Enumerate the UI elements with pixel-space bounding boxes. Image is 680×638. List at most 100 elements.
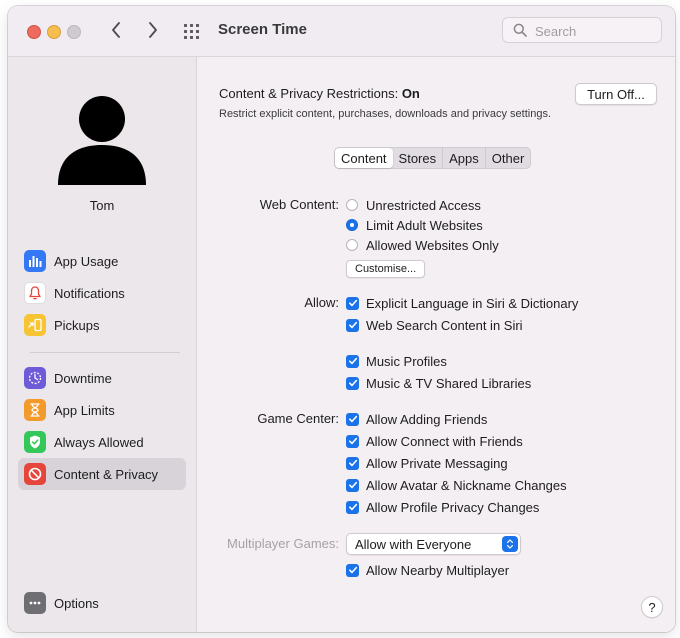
checkbox-label: Allow Private Messaging [366, 455, 508, 471]
checkmark-icon [348, 321, 357, 329]
checkbox-allow-avatar-nickname-changes[interactable]: Allow Avatar & Nickname Changes [346, 476, 567, 494]
sidebar-item-app-usage[interactable]: App Usage [18, 245, 186, 277]
sidebar-item-app-limits[interactable]: App Limits [18, 394, 186, 426]
search-icon [513, 23, 527, 37]
minimize-window-button[interactable] [47, 25, 61, 39]
restrictions-state: On [401, 86, 420, 101]
bell-icon [24, 282, 46, 304]
sidebar-item-downtime[interactable]: Downtime [18, 362, 186, 394]
user-name: Tom [89, 198, 115, 213]
updown-chevron-icon [502, 536, 518, 552]
sidebar-item-always-allowed[interactable]: Always Allowed [18, 426, 186, 458]
checkbox[interactable] [346, 354, 359, 368]
help-button[interactable]: ? [641, 596, 663, 618]
checkbox-music-tv-shared-libraries[interactable]: Music & TV Shared Libraries [346, 374, 531, 392]
checkmark-icon [348, 357, 357, 365]
checkbox-web-search-content[interactable]: Web Search Content in Siri [346, 316, 523, 334]
close-window-button[interactable] [27, 25, 41, 39]
checkmark-icon [348, 415, 357, 423]
checkbox-label: Web Search Content in Siri [366, 317, 523, 333]
tab-stores[interactable]: Stores [393, 148, 444, 168]
search-field[interactable] [502, 17, 662, 43]
checkbox[interactable] [346, 500, 359, 514]
web-content-label: Web Content: [259, 197, 339, 212]
checkmark-icon [348, 299, 357, 307]
sidebar-item-label: Downtime [54, 370, 112, 386]
bar-chart-icon [24, 250, 46, 272]
tab-apps[interactable]: Apps [443, 148, 486, 168]
radio-button[interactable] [346, 199, 358, 211]
checkbox-label: Allow Avatar & Nickname Changes [366, 477, 567, 493]
sidebar-item-content-privacy[interactable]: Content & Privacy [18, 458, 186, 490]
customise-button[interactable]: Customise... [346, 260, 426, 278]
checkmark-shield-icon [24, 431, 46, 453]
restrictions-title-label: Content & Privacy Restrictions: [219, 86, 399, 101]
checkmark-icon [348, 459, 357, 467]
multiplayer-games-label: Multiplayer Games: [227, 536, 339, 551]
radio-label: Unrestricted Access [366, 197, 481, 213]
radio-label: Limit Adult Websites [366, 217, 483, 233]
pickup-icon [24, 314, 46, 336]
checkbox[interactable] [346, 456, 359, 470]
hourglass-icon [24, 399, 46, 421]
radio-unrestricted-access[interactable]: Unrestricted Access [346, 196, 481, 214]
multiplayer-games-select[interactable]: Allow with Everyone [346, 533, 521, 555]
checkbox[interactable] [346, 318, 359, 332]
window-title: Screen Time [218, 21, 307, 38]
sidebar-item-label: Options [54, 595, 99, 611]
back-button[interactable] [104, 18, 128, 42]
sidebar-item-notifications[interactable]: Notifications [18, 277, 186, 309]
checkbox[interactable] [346, 296, 359, 310]
checkbox[interactable] [346, 412, 359, 426]
checkbox-label: Music Profiles [366, 353, 447, 369]
turn-off-button[interactable]: Turn Off... [575, 83, 657, 105]
sidebar-item-label: Pickups [54, 317, 100, 333]
multiplayer-games-value: Allow with Everyone [355, 536, 472, 552]
search-input[interactable] [533, 21, 657, 41]
checkbox[interactable] [346, 478, 359, 492]
sidebar-item-pickups[interactable]: Pickups [18, 309, 186, 341]
checkbox-allow-adding-friends[interactable]: Allow Adding Friends [346, 410, 487, 428]
checkbox[interactable] [346, 434, 359, 448]
checkbox-allow-nearby-multiplayer[interactable]: Allow Nearby Multiplayer [346, 561, 509, 579]
radio-limit-adult-websites[interactable]: Limit Adult Websites [346, 216, 483, 234]
game-center-label: Game Center: [257, 411, 339, 426]
checkbox-explicit-language[interactable]: Explicit Language in Siri & Dictionary [346, 294, 578, 312]
content-pane: Content & Privacy Restrictions: On Restr… [197, 57, 675, 632]
checkbox-allow-private-messaging[interactable]: Allow Private Messaging [346, 454, 508, 472]
radio-button[interactable] [346, 219, 358, 231]
screen-time-window: Screen Time Tom App Usage Notifications [8, 6, 675, 632]
checkbox[interactable] [346, 563, 359, 577]
checkbox-label: Allow Profile Privacy Changes [366, 499, 540, 515]
checkbox-music-profiles[interactable]: Music Profiles [346, 352, 447, 370]
sidebar-divider [30, 352, 180, 353]
checkbox-label: Allow Connect with Friends [366, 433, 523, 449]
tab-content[interactable]: Content [335, 148, 393, 168]
title-bar: Screen Time [8, 6, 675, 57]
checkbox-label: Allow Adding Friends [366, 411, 488, 427]
checkmark-icon [348, 481, 357, 489]
sidebar-item-label: Notifications [54, 285, 125, 301]
radio-button[interactable] [346, 239, 358, 251]
checkbox-label: Explicit Language in Siri & Dictionary [366, 295, 579, 311]
forward-button[interactable] [141, 18, 165, 42]
sidebar-item-label: Content & Privacy [54, 466, 159, 482]
radio-label: Allowed Websites Only [366, 237, 499, 253]
user-avatar-icon [58, 96, 146, 185]
checkbox-allow-profile-privacy-changes[interactable]: Allow Profile Privacy Changes [346, 498, 539, 516]
downtime-icon [24, 367, 46, 389]
checkmark-icon [348, 566, 357, 574]
zoom-window-button[interactable] [67, 25, 81, 39]
restrictions-title: Content & Privacy Restrictions: On [219, 86, 420, 101]
sidebar-item-options[interactable]: Options [18, 587, 186, 619]
checkbox-label: Allow Nearby Multiplayer [366, 562, 510, 578]
radio-allowed-websites-only[interactable]: Allowed Websites Only [346, 236, 499, 254]
checkbox[interactable] [346, 376, 359, 390]
no-entry-icon [24, 463, 46, 485]
tab-other[interactable]: Other [486, 148, 531, 168]
chevron-left-icon [112, 22, 120, 38]
show-all-button[interactable] [182, 21, 204, 41]
checkmark-icon [348, 379, 357, 387]
checkbox-allow-connect-with-friends[interactable]: Allow Connect with Friends [346, 432, 523, 450]
checkbox-label: Music & TV Shared Libraries [366, 375, 532, 391]
